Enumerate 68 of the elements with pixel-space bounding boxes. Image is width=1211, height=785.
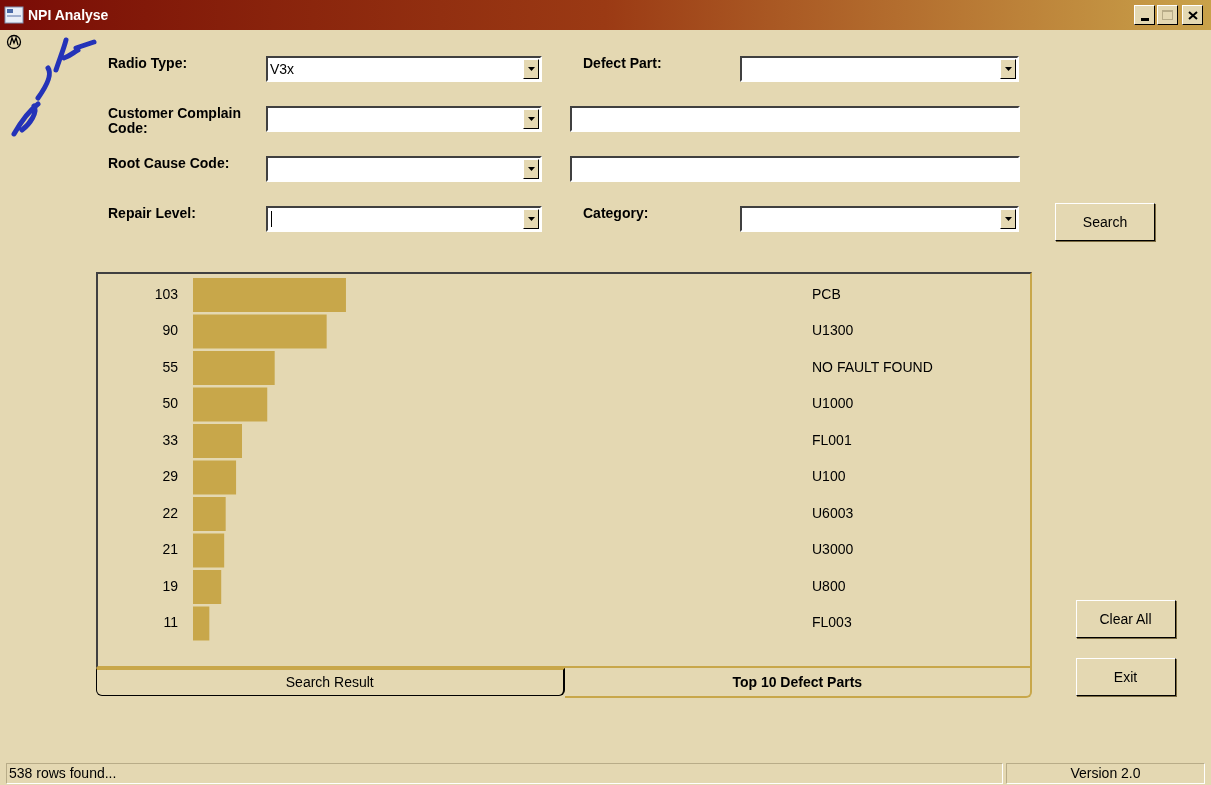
caret-icon [527, 217, 535, 221]
category-label: FL001 [812, 431, 852, 448]
dropdown-arrow-button[interactable] [1000, 59, 1016, 79]
category-label: U100 [812, 468, 846, 485]
clear-all-button[interactable]: Clear All [1075, 600, 1176, 638]
category-label: U6003 [812, 504, 854, 521]
value-label: 22 [162, 504, 178, 521]
window-title: NPI Analyse [28, 5, 109, 25]
dropdown[interactable] [740, 206, 1019, 232]
dropdown-arrow-button[interactable] [1000, 209, 1016, 229]
bar [193, 533, 225, 568]
value-label: 11 [163, 614, 178, 631]
exit-button[interactable]: Exit [1075, 658, 1176, 696]
input-field[interactable] [570, 106, 1020, 132]
search-button[interactable]: Search [1055, 203, 1155, 241]
bar [193, 606, 210, 641]
field-label: Radio Type: [108, 54, 189, 71]
field-label: Defect Part: [583, 54, 663, 71]
logo-icon [6, 34, 22, 50]
maximize-icon [1162, 10, 1173, 20]
category-label: FL003 [812, 614, 852, 631]
bar [193, 424, 242, 458]
field-label: Root Cause Code: [108, 154, 231, 171]
app-icon [4, 6, 24, 24]
dropdown[interactable] [266, 206, 542, 232]
bar [193, 497, 226, 531]
category-label: NO FAULT FOUND [812, 358, 933, 375]
close-button[interactable] [1182, 5, 1203, 25]
version-label: Version 2.0 [1006, 763, 1205, 784]
close-icon [1187, 10, 1198, 20]
caret-icon [527, 67, 535, 71]
minimize-icon [1140, 18, 1149, 21]
dropdown[interactable] [266, 106, 542, 132]
dropdown-arrow-button[interactable] [523, 59, 539, 79]
category-label: U3000 [812, 541, 854, 558]
tab[interactable]: Search Result [96, 668, 565, 696]
dropdown-arrow-button[interactable] [523, 209, 539, 229]
dropdown-arrow-button[interactable] [523, 159, 539, 179]
minimize-button[interactable] [1134, 5, 1155, 25]
dropdown[interactable]: V3x [266, 56, 542, 82]
dropdown-arrow-button[interactable] [523, 109, 539, 129]
status-message: 538 rows found... [6, 763, 1003, 784]
caret-icon [1004, 217, 1012, 221]
input-field[interactable] [570, 156, 1020, 182]
caret-icon [527, 117, 535, 121]
caret-icon [1004, 67, 1012, 71]
dropdown[interactable] [266, 156, 542, 182]
value-label: 50 [162, 395, 178, 412]
tab[interactable]: Top 10 Defect Parts [564, 668, 1032, 698]
field-label: Category: [583, 204, 650, 221]
dropdown[interactable] [740, 56, 1019, 82]
value-label: 55 [162, 358, 178, 375]
bar [193, 570, 222, 604]
category-label: U1000 [812, 395, 854, 412]
caret-icon [527, 167, 535, 171]
value-label: 103 [154, 285, 178, 302]
value-label: 33 [162, 431, 178, 448]
value-label: 90 [162, 322, 178, 339]
category-label: U1300 [812, 322, 854, 339]
maximize-button[interactable] [1157, 5, 1178, 25]
value-label: 19 [162, 577, 178, 594]
value-label: 21 [162, 541, 178, 558]
field-label: Repair Level: [108, 204, 197, 221]
category-label: PCB [812, 285, 841, 302]
category-label: U800 [812, 577, 846, 594]
field-label: Customer Complain Code: [108, 104, 242, 136]
bar [193, 460, 237, 495]
value-label: 29 [162, 468, 178, 485]
